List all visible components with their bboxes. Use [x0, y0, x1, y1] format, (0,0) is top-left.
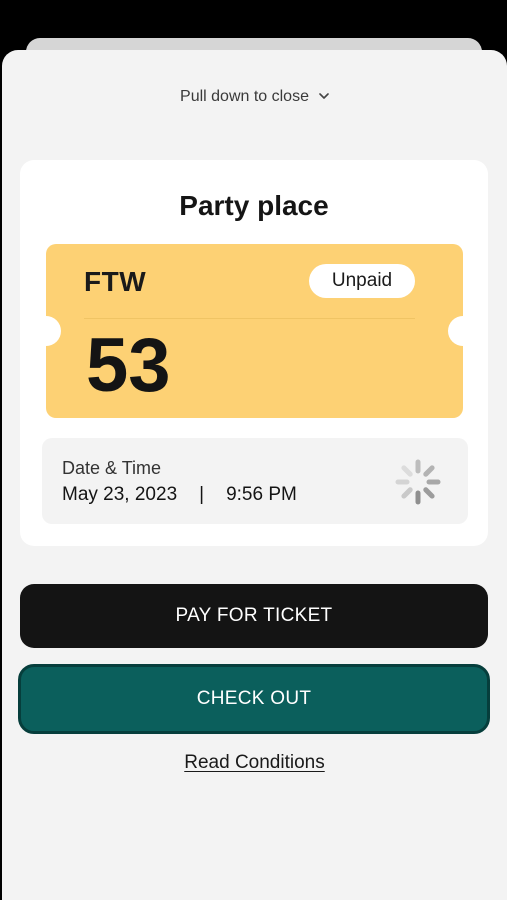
chevron-down-icon	[319, 89, 329, 103]
ticket-notch-left	[46, 316, 61, 346]
venue-title: Party place	[179, 190, 329, 221]
date-value: May 23, 2023	[62, 484, 178, 505]
ticket-divider	[84, 318, 415, 319]
read-conditions-link[interactable]: Read Conditions	[2, 752, 507, 774]
ticket-card: Party place FTW Unpaid 53 Date & Time Ma…	[20, 160, 488, 546]
check-out-button[interactable]: CHECK OUT	[18, 664, 490, 734]
status-badge: Unpaid	[309, 264, 415, 298]
bottom-sheet: Pull down to close Party place FTW Unpai…	[2, 50, 507, 900]
date-time-value: May 23, 2023 | 9:56 PM	[62, 484, 297, 506]
pay-for-ticket-button[interactable]: PAY FOR TICKET	[20, 584, 488, 648]
ticket-code: FTW	[84, 266, 147, 297]
date-time-panel: Date & Time May 23, 2023 | 9:56 PM	[42, 438, 468, 524]
date-time-separator: |	[199, 484, 205, 505]
time-value: 9:56 PM	[226, 484, 297, 505]
ticket-stub: FTW Unpaid 53	[46, 244, 463, 418]
loading-spinner-icon	[394, 458, 442, 506]
date-time-label: Date & Time	[62, 458, 162, 478]
pull-down-label: Pull down to close	[180, 88, 309, 105]
ticket-notch-right	[448, 316, 463, 346]
pull-down-handle[interactable]: Pull down to close	[2, 88, 507, 106]
ticket-number: 53	[86, 323, 171, 408]
